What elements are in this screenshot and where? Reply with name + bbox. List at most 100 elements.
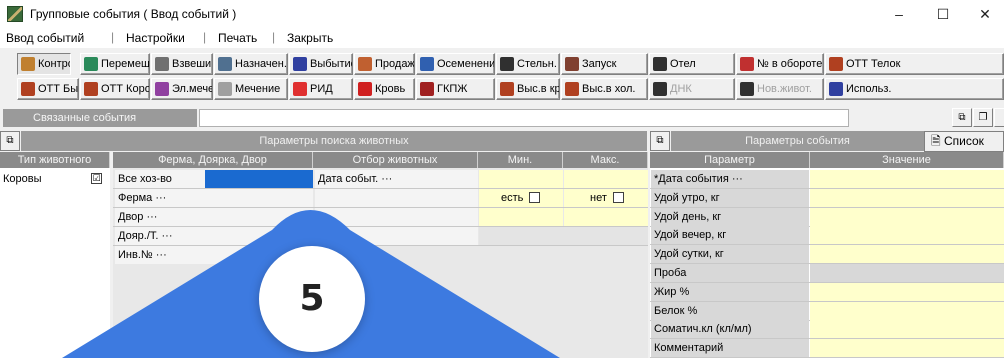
menu-settings[interactable]: Настройки [126, 31, 185, 45]
max-date-input[interactable] [564, 170, 648, 188]
param-value-input[interactable] [810, 207, 1004, 226]
menu-close[interactable]: Закрыть [287, 31, 333, 45]
toolbar-button-calving[interactable]: Отел [649, 53, 735, 75]
linked-events-field[interactable] [199, 109, 849, 127]
toolbar-button-sale[interactable]: Продажа [354, 53, 415, 75]
rid-drop-icon [293, 82, 307, 96]
toolbar-button-new-animal[interactable]: Нов.живот. [736, 78, 824, 100]
toolbar-button-rid-drop[interactable]: РИД [289, 78, 353, 100]
filter-settings-icon[interactable]: ⧉ [0, 131, 20, 151]
maximize-button[interactable]: ☐ [920, 0, 966, 28]
toolbar-button-blood-drop[interactable]: Кровь [354, 78, 415, 100]
selection-row[interactable] [315, 208, 478, 226]
min-date-input[interactable] [479, 170, 563, 188]
menu-bar: Ввод событий | Настройки | Печать | Закр… [0, 28, 1004, 48]
toolbar-button-move[interactable]: Перемещ. [80, 53, 150, 75]
toolbar-button-label: Эл.мечен. [172, 83, 212, 95]
scales-icon [155, 57, 169, 71]
event-settings-icon[interactable]: ⧉ [650, 131, 670, 151]
linked-events-tab[interactable]: Связанные события [3, 109, 197, 127]
cull-cold-icon [565, 82, 579, 96]
selection-row[interactable] [315, 189, 478, 207]
col-min: Мин. [478, 152, 563, 168]
param-value-input[interactable] [810, 282, 1004, 301]
list-button[interactable]: 🗎 Список [924, 131, 1004, 152]
toolbar-button-dna[interactable]: ДНК [649, 78, 735, 100]
pregnancy-icon [500, 57, 514, 71]
toolbar-button-label: Осеменение [437, 58, 495, 70]
assign-icon [218, 57, 232, 71]
number-icon [740, 57, 754, 71]
electronic-tag-icon [155, 82, 169, 96]
toolbar-button-scales[interactable]: Взвешивание [151, 53, 213, 75]
exists-cell[interactable]: есть [479, 189, 563, 207]
param-row-label: Удой вечер, кг [651, 226, 809, 245]
param-value-input[interactable] [810, 188, 1004, 207]
toolbar-button-gkpzh[interactable]: ГКПЖ [416, 78, 495, 100]
milker-row[interactable]: Дояр./Т. ··· [115, 227, 313, 245]
toolbar-button-launch[interactable]: Запуск [561, 53, 648, 75]
close-button[interactable]: ✕ [962, 0, 1004, 28]
toolbar-button-label: ОТТ Телок [846, 58, 901, 70]
toolbar-button-tagging[interactable]: Мечение [214, 78, 288, 100]
farm-row[interactable]: Ферма ··· [115, 189, 313, 207]
not-exists-cell[interactable]: нет [564, 189, 648, 207]
cull-herd-icon [500, 82, 514, 96]
selection-row[interactable] [315, 227, 478, 245]
toolbar-button-pregnancy[interactable]: Стельн. [496, 53, 560, 75]
menu-enter-events[interactable]: Ввод событий [6, 31, 84, 45]
col-param: Параметр [650, 152, 810, 168]
toolbar-button-cow[interactable]: ОТТ Коров [80, 78, 150, 100]
bull-icon [21, 82, 35, 96]
menu-print[interactable]: Печать [218, 31, 257, 45]
selection-row-event-date[interactable]: Дата событ. ··· [315, 170, 478, 188]
param-value-input[interactable] [810, 339, 1004, 358]
toolbar-button-cull-cold[interactable]: Выс.в хол. [561, 78, 648, 100]
toolbar-button-usage[interactable]: Использ. [825, 78, 1004, 100]
copy-icon[interactable]: ❐ [973, 108, 993, 127]
param-value-input[interactable] [810, 301, 1004, 320]
toolbar-button-label: Отел [670, 58, 696, 70]
app-icon [7, 6, 23, 22]
new-animal-icon [740, 82, 754, 96]
step-badge: 5 [259, 246, 365, 352]
launch-icon [565, 57, 579, 71]
toolbar-button-insemination[interactable]: Осеменение [416, 53, 495, 75]
toolbar-button-label: Взвешивание [172, 58, 212, 70]
param-value-input[interactable] [810, 245, 1004, 264]
toolbar-button-label: Запуск [582, 58, 617, 70]
farm-row-all[interactable]: Все хоз-во [115, 170, 205, 188]
exists-checkbox[interactable] [529, 192, 540, 203]
toolbar-button-electronic-tag[interactable]: Эл.мечен. [151, 78, 213, 100]
toolbar-button-heifer[interactable]: ОТТ Телок [825, 53, 1004, 75]
param-value-input[interactable] [810, 264, 1004, 282]
toolbar-button-label: Кровь [375, 83, 406, 95]
param-row-label: Комментарий [651, 339, 809, 358]
extra-tool-icon[interactable] [994, 108, 1004, 127]
minimize-button[interactable]: – [876, 0, 922, 28]
grid-tool-icon[interactable]: ⧉ [952, 108, 972, 127]
cows-checkbox[interactable]: ☑ [91, 173, 102, 184]
animal-type-row[interactable]: Коровы ☑ [0, 170, 110, 188]
col-selection: Отбор животных [313, 152, 478, 168]
toolbar-button-bull[interactable]: ОТТ Бычков [17, 78, 79, 100]
toolbar-button-label: ОТТ Бычков [38, 83, 79, 95]
toolbar-row-2: ОТТ Бычков ОТТ Коров Эл.мечен. Мечение РИД Кр… [0, 77, 1004, 101]
toolbar-row-1: Контроль Перемещ. Взвешивание Назначен. Выбы… [0, 52, 1004, 76]
toolbar-button-control[interactable]: Контроль [17, 53, 71, 75]
control-icon [21, 57, 35, 71]
not-exists-checkbox[interactable] [613, 192, 624, 203]
param-value-input[interactable] [810, 320, 1004, 339]
cow-icon [84, 82, 98, 96]
toolbar-button-assign[interactable]: Назначен. [214, 53, 288, 75]
toolbar-button-cull-herd[interactable]: Выс.в кр. [496, 78, 560, 100]
toolbar-button-number[interactable]: № в обороте [736, 53, 824, 75]
toolbar-button-checkbox[interactable]: Выбытие [289, 53, 353, 75]
param-value-input[interactable] [810, 170, 1004, 188]
min-input[interactable] [479, 208, 563, 226]
blood-drop-icon [358, 82, 372, 96]
yard-row[interactable]: Двор ··· [115, 208, 313, 226]
max-input[interactable] [564, 208, 648, 226]
param-value-input[interactable] [810, 226, 1004, 245]
farm-row-all-selected[interactable] [205, 170, 313, 188]
